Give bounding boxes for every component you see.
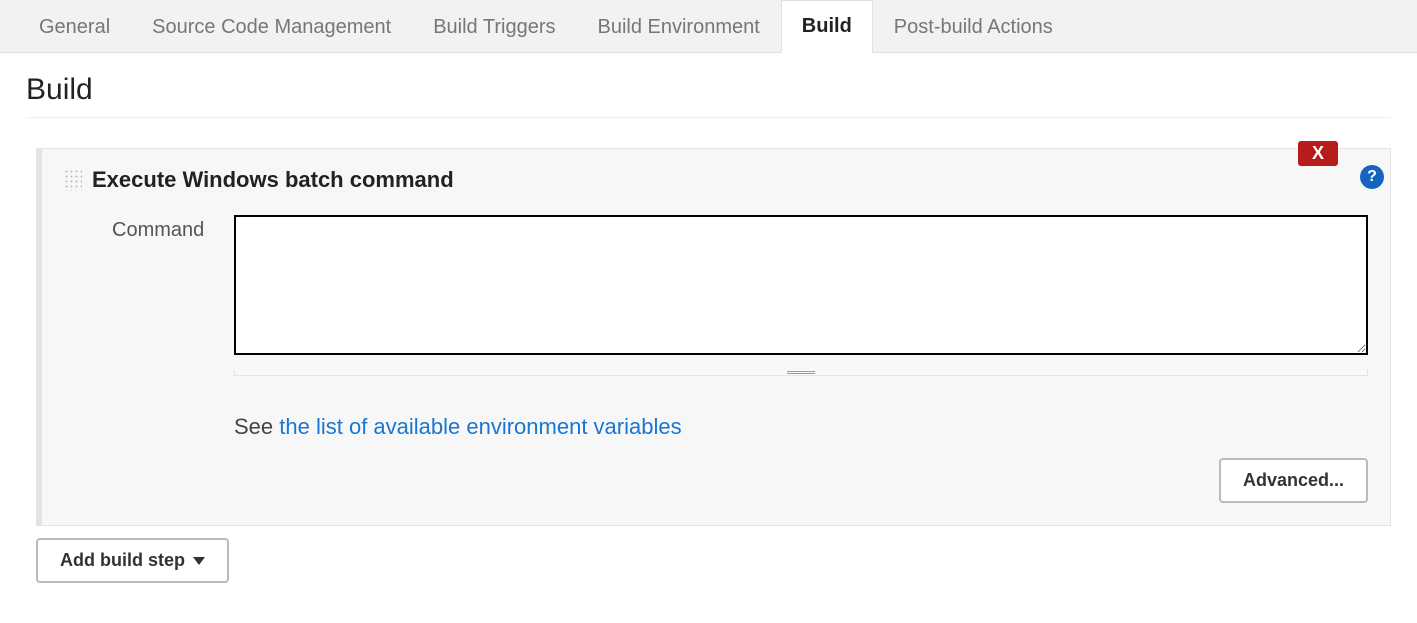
command-field: See the list of available environment va… [234,215,1368,503]
config-tabs: General Source Code Management Build Tri… [0,0,1417,53]
drag-handle-icon[interactable] [64,169,82,191]
resize-bar[interactable] [234,370,1368,376]
hint-prefix: See [234,414,279,439]
env-vars-hint: See the list of available environment va… [234,414,1368,440]
advanced-row: Advanced... [234,458,1368,503]
help-icon[interactable]: ? [1360,165,1384,189]
advanced-button[interactable]: Advanced... [1219,458,1368,503]
delete-step-button[interactable]: X [1298,141,1338,166]
env-vars-link[interactable]: the list of available environment variab… [279,414,681,439]
step-header: Execute Windows batch command [64,167,1368,193]
tab-general[interactable]: General [18,1,131,53]
add-step-row: Add build step [36,538,1391,583]
caret-down-icon [193,557,205,565]
section-title: Build [26,73,1391,118]
command-label: Command [64,215,214,503]
command-row: Command See the list of available enviro… [64,215,1368,503]
tab-scm[interactable]: Source Code Management [131,1,412,53]
tab-build-environment[interactable]: Build Environment [576,1,780,53]
add-build-step-label: Add build step [60,550,185,571]
resize-grip-icon [787,371,815,374]
tab-build[interactable]: Build [781,0,873,53]
add-build-step-button[interactable]: Add build step [36,538,229,583]
build-step: X ? Execute Windows batch command Comman… [36,148,1391,526]
tab-build-triggers[interactable]: Build Triggers [412,1,576,53]
build-page: Build X ? Execute Windows batch command … [0,53,1417,623]
tab-post-build-actions[interactable]: Post-build Actions [873,1,1074,53]
command-textarea[interactable] [234,215,1368,355]
step-title: Execute Windows batch command [92,167,454,193]
